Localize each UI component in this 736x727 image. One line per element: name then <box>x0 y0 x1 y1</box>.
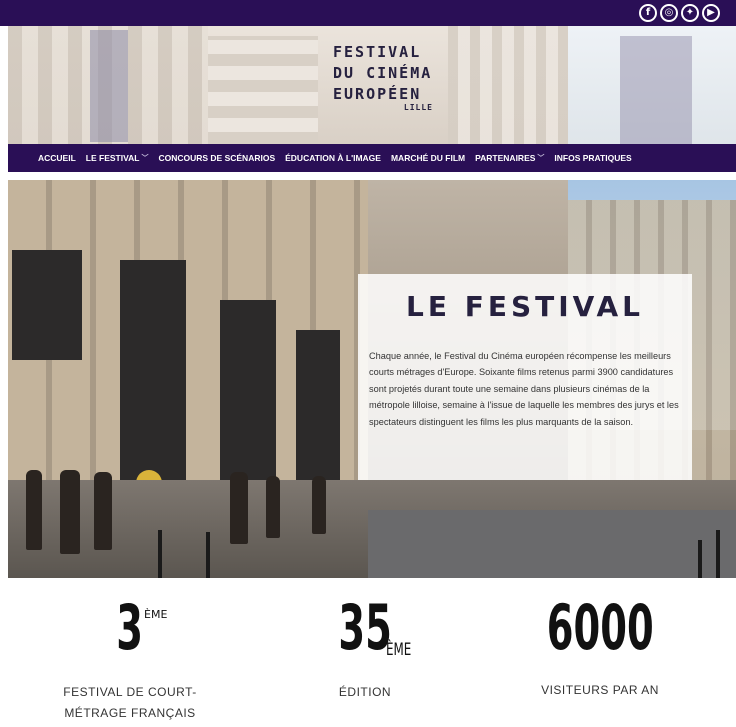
nav-item-partenaires[interactable]: PARTENAIRES ﹀ <box>475 153 544 163</box>
nav-item-accueil[interactable]: ACCUEIL <box>38 153 76 163</box>
banner-flag-right <box>620 36 692 144</box>
nav-label: INFOS PRATIQUES <box>554 153 632 163</box>
logo-line-1: FESTIVAL <box>333 43 422 61</box>
nav-item-le-festival[interactable]: LE FESTIVAL ﹀ <box>86 153 149 163</box>
nav-label: CONCOURS DE SCÉNARIOS <box>158 153 276 163</box>
hero-pedestrian <box>60 470 80 554</box>
festival-intro-panel: LE FESTIVAL Chaque année, le Festival du… <box>358 274 692 480</box>
chevron-down-icon: ﹀ <box>141 154 149 162</box>
hero-pedestrian <box>312 476 326 534</box>
hero-shop-window <box>220 300 276 490</box>
nav-label: ACCUEIL <box>38 153 76 163</box>
hero-shop-window <box>120 260 186 490</box>
banner-flag-left <box>90 30 128 142</box>
nav-label: ÉDUCATION À L'IMAGE <box>285 153 381 163</box>
stat-superscript: ÈME <box>144 608 168 621</box>
stat-suffix: ÈME <box>386 640 412 660</box>
stat-label: VISITEURS PAR AN <box>541 683 659 697</box>
stat-label: FESTIVAL DE COURT- <box>63 685 197 699</box>
stat-festival-rank: 3 ÈME FESTIVAL DE COURT- MÉTRAGE FRANÇAI… <box>20 588 240 720</box>
stat-label: MÉTRAGE FRANÇAIS <box>64 706 196 720</box>
stats-section: 3 ÈME FESTIVAL DE COURT- MÉTRAGE FRANÇAI… <box>0 588 736 727</box>
nav-item-infos-pratiques[interactable]: INFOS PRATIQUES <box>554 153 631 163</box>
hero-shop-window <box>12 250 82 360</box>
facebook-icon[interactable]: f <box>639 4 657 22</box>
hero-section: LE FESTIVAL Chaque année, le Festival du… <box>8 180 736 578</box>
hero-road <box>368 510 736 578</box>
hero-bollard <box>206 532 210 578</box>
top-social-bar: f ◎ ✦ ▶ <box>0 0 736 26</box>
logo-line-2: DU CINÉMA <box>333 64 433 82</box>
stat-edition: 35 ÈME ÉDITION <box>255 588 475 699</box>
section-title: LE FESTIVAL <box>406 290 644 323</box>
twitter-icon[interactable]: ✦ <box>681 4 699 22</box>
banner-building-middle <box>208 36 318 144</box>
nav-item-concours-de-scenarios[interactable]: CONCOURS DE SCÉNARIOS <box>158 153 275 163</box>
hero-pedestrian <box>94 472 112 550</box>
nav-label: LE FESTIVAL <box>85 153 140 163</box>
nav-item-education-a-limage[interactable]: ÉDUCATION À L'IMAGE <box>285 153 381 163</box>
logo-line-3: EUROPÉEN <box>333 85 422 103</box>
stat-number: 35 <box>338 591 392 664</box>
stat-number: 3 <box>116 591 144 664</box>
stat-number: 6000 <box>546 591 654 664</box>
hero-shop-window <box>296 330 340 490</box>
festival-description: Chaque année, le Festival du Cinéma euro… <box>369 351 679 427</box>
stat-label: ÉDITION <box>338 685 392 699</box>
instagram-icon[interactable]: ◎ <box>660 4 678 22</box>
youtube-icon[interactable]: ▶ <box>702 4 720 22</box>
hero-pedestrian <box>230 472 248 544</box>
nav-label: PARTENAIRES <box>475 153 536 163</box>
nav-label: MARCHÉ DU FILM <box>390 153 466 163</box>
stat-visitors: 6000 VISITEURS PAR AN <box>490 588 710 697</box>
header-banner: FESTIVAL DU CINÉMA EUROPÉEN LILLE <box>8 26 736 144</box>
hero-pedestrian <box>266 476 280 538</box>
chevron-down-icon: ﹀ <box>537 154 545 162</box>
site-logo[interactable]: FESTIVAL DU CINÉMA EUROPÉEN LILLE <box>333 42 433 113</box>
main-navigation: ACCUEIL LE FESTIVAL ﹀ CONCOURS DE SCÉNARI… <box>8 144 736 172</box>
hero-bollard <box>716 530 720 578</box>
hero-pedestrian <box>26 470 42 550</box>
hero-bollard <box>158 530 162 578</box>
social-links: f ◎ ✦ ▶ <box>639 4 720 22</box>
hero-bollard <box>698 540 702 578</box>
nav-item-marche-du-film[interactable]: MARCHÉ DU FILM <box>391 153 465 163</box>
